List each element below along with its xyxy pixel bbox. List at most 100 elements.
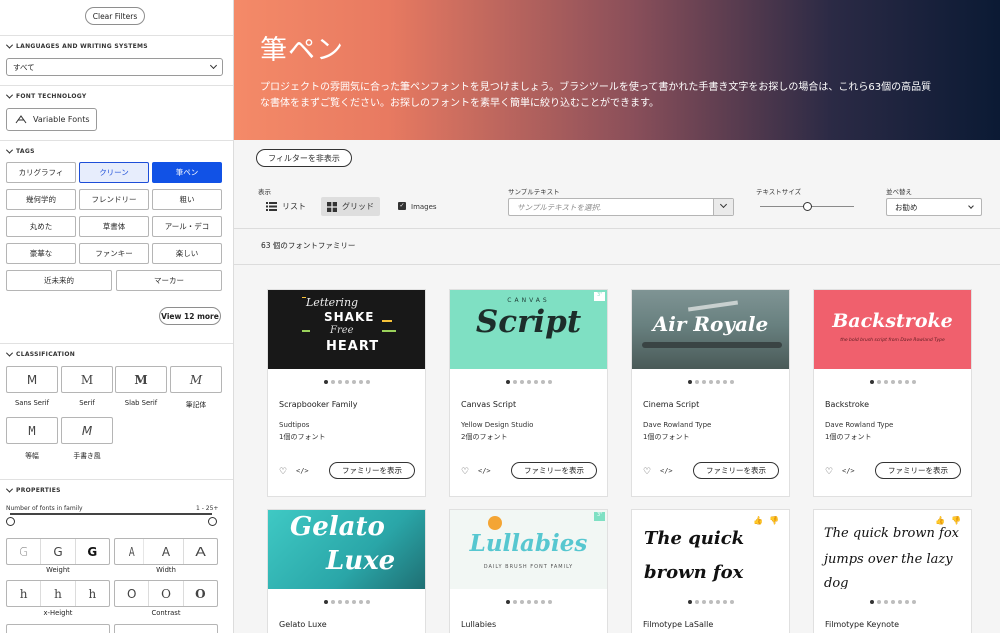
font-family-name[interactable]: Backstroke [825,400,869,409]
variant-dots[interactable] [632,600,789,604]
variant-dots[interactable] [814,380,971,384]
foundry-name[interactable]: Yellow Design Studio [461,421,533,429]
font-card[interactable]: 👍 👎 The quick brown fox Filmotype LaSalle [631,509,790,633]
font-family-name[interactable]: Filmotype Keynote [825,620,899,629]
heart-icon[interactable]: ♡ [279,467,287,477]
languages-header[interactable]: LANGUAGES AND WRITING SYSTEMS [5,41,148,50]
range-max-handle[interactable] [208,517,217,526]
heart-icon[interactable]: ♡ [825,467,833,477]
font-card[interactable]: Gelato Luxe Gelato Luxe [267,509,426,633]
tag-cursive[interactable]: 草書体 [79,216,149,237]
foundry-name[interactable]: Dave Rowland Type [643,421,711,429]
tag-clean[interactable]: クリーン [79,162,149,183]
classification-sans-serif[interactable]: M [6,366,58,393]
contrast-high[interactable]: O [184,581,217,606]
tag-friendly[interactable]: フレンドリー [79,189,149,210]
width-wide[interactable]: A [179,539,222,564]
xheight-high[interactable]: h [76,581,109,606]
font-card[interactable]: 👍 👎 The quick brown fox jumps over the la… [813,509,972,633]
tag-funky[interactable]: ファンキー [79,243,149,264]
font-card[interactable]: Lettering SHAKE Free HEART Scrapbooker F… [267,289,426,497]
sample-text-input[interactable]: サンプルテキストを選択. [508,198,734,216]
variant-dots[interactable] [450,600,607,604]
tag-rough[interactable]: 粗い [152,189,222,210]
classification-handwritten[interactable]: M [61,417,113,444]
embed-code-icon[interactable]: </> [842,467,855,475]
variant-dots[interactable] [268,600,425,604]
heart-icon[interactable]: ♡ [461,467,469,477]
classification-monospace[interactable]: M [6,417,58,444]
embed-code-icon[interactable]: </> [660,467,673,475]
images-checkbox[interactable]: ✓ [398,202,406,210]
font-family-name[interactable]: Scrapbooker Family [279,400,357,409]
weight-bold[interactable]: G [76,539,109,564]
classification-serif[interactable]: M [61,366,113,393]
xheight-selector[interactable]: h h h [6,580,110,607]
tag-geometric[interactable]: 幾何学的 [6,189,76,210]
view-family-button[interactable]: ファミリーを表示 [329,462,415,479]
view-family-button[interactable]: ファミリーを表示 [511,462,597,479]
contrast-medium[interactable]: O [149,581,184,606]
width-narrow[interactable]: A [120,539,145,564]
foundry-name[interactable]: Dave Rowland Type [825,421,893,429]
list-view-button[interactable]: リスト [260,197,312,216]
sort-select[interactable]: お勧め [886,198,982,216]
classification-script[interactable]: M [170,366,222,393]
font-card[interactable]: Air Royale Cinema Script Dave Rowland Ty… [631,289,790,497]
contrast-low[interactable]: O [115,581,150,606]
classification-header[interactable]: CLASSIFICATION [5,349,75,358]
xheight-medium[interactable]: h [41,581,76,606]
variant-dots[interactable] [268,380,425,384]
tag-futuristic[interactable]: 近未来的 [6,270,112,291]
view-family-button[interactable]: ファミリーを表示 [875,462,961,479]
font-family-name[interactable]: Cinema Script [643,400,699,409]
classification-slab-serif[interactable]: M [115,366,167,393]
sample-dropdown-button[interactable] [713,199,733,215]
thumbs-up-icon[interactable]: 👍 [753,516,763,525]
font-card[interactable]: Backstroke the bold brush script from Da… [813,289,972,497]
weight-light[interactable]: G [7,539,42,564]
embed-code-icon[interactable]: </> [296,467,309,475]
variable-fonts-button[interactable]: Variable Fonts [6,108,97,131]
variant-dots[interactable] [450,380,607,384]
variant-dots[interactable] [814,600,971,604]
properties-header[interactable]: PROPERTIES [5,485,61,494]
xheight-low[interactable]: h [7,581,42,606]
grid-view-button[interactable]: グリッド [321,197,380,216]
thumbs-up-icon[interactable]: 👍 [935,516,945,525]
tag-rounded[interactable]: 丸めた [6,216,76,237]
variant-dots[interactable] [632,380,789,384]
property-row-partial[interactable] [6,624,110,633]
view-family-button[interactable]: ファミリーを表示 [693,462,779,479]
font-card[interactable]: Lullabies DAILY BRUSH FONT FAMILY 3ᵀ Lul… [449,509,608,633]
foundry-name[interactable]: Sudtipos [279,421,309,429]
weight-selector[interactable]: G G G [6,538,110,565]
tags-header[interactable]: TAGS [5,146,35,155]
range-min-handle[interactable] [6,517,15,526]
font-technology-header[interactable]: FONT TECHNOLOGY [5,91,87,100]
tag-brush-pen[interactable]: 筆ペン [152,162,222,183]
font-card[interactable]: CANVAS Script 3ᵀ Canvas Script Yellow De… [449,289,608,497]
heart-icon[interactable]: ♡ [643,467,651,477]
weight-regular[interactable]: G [41,539,76,564]
font-family-name[interactable]: Gelato Luxe [279,620,327,629]
language-select[interactable]: すべて [6,58,223,76]
embed-code-icon[interactable]: </> [478,467,491,475]
font-family-name[interactable]: Lullabies [461,620,496,629]
text-size-handle[interactable] [803,202,812,211]
contrast-selector[interactable]: O O O [114,580,218,607]
tag-marker[interactable]: マーカー [116,270,222,291]
font-family-name[interactable]: Filmotype LaSalle [643,620,713,629]
thumbs-down-icon[interactable]: 👎 [769,516,779,525]
tag-fun[interactable]: 楽しい [152,243,222,264]
fonts-range-track[interactable] [10,513,212,515]
property-row-partial[interactable] [114,624,218,633]
view-more-tags-button[interactable]: View 12 more [159,307,221,325]
font-family-name[interactable]: Canvas Script [461,400,516,409]
clear-filters-button[interactable]: Clear Filters [85,7,145,25]
tag-art-deco[interactable]: アール・デコ [152,216,222,237]
thumbs-down-icon[interactable]: 👎 [951,516,961,525]
tag-luxurious[interactable]: 豪華な [6,243,76,264]
width-selector[interactable]: A A A [114,538,218,565]
tag-calligraphy[interactable]: カリグラフィ [6,162,76,183]
